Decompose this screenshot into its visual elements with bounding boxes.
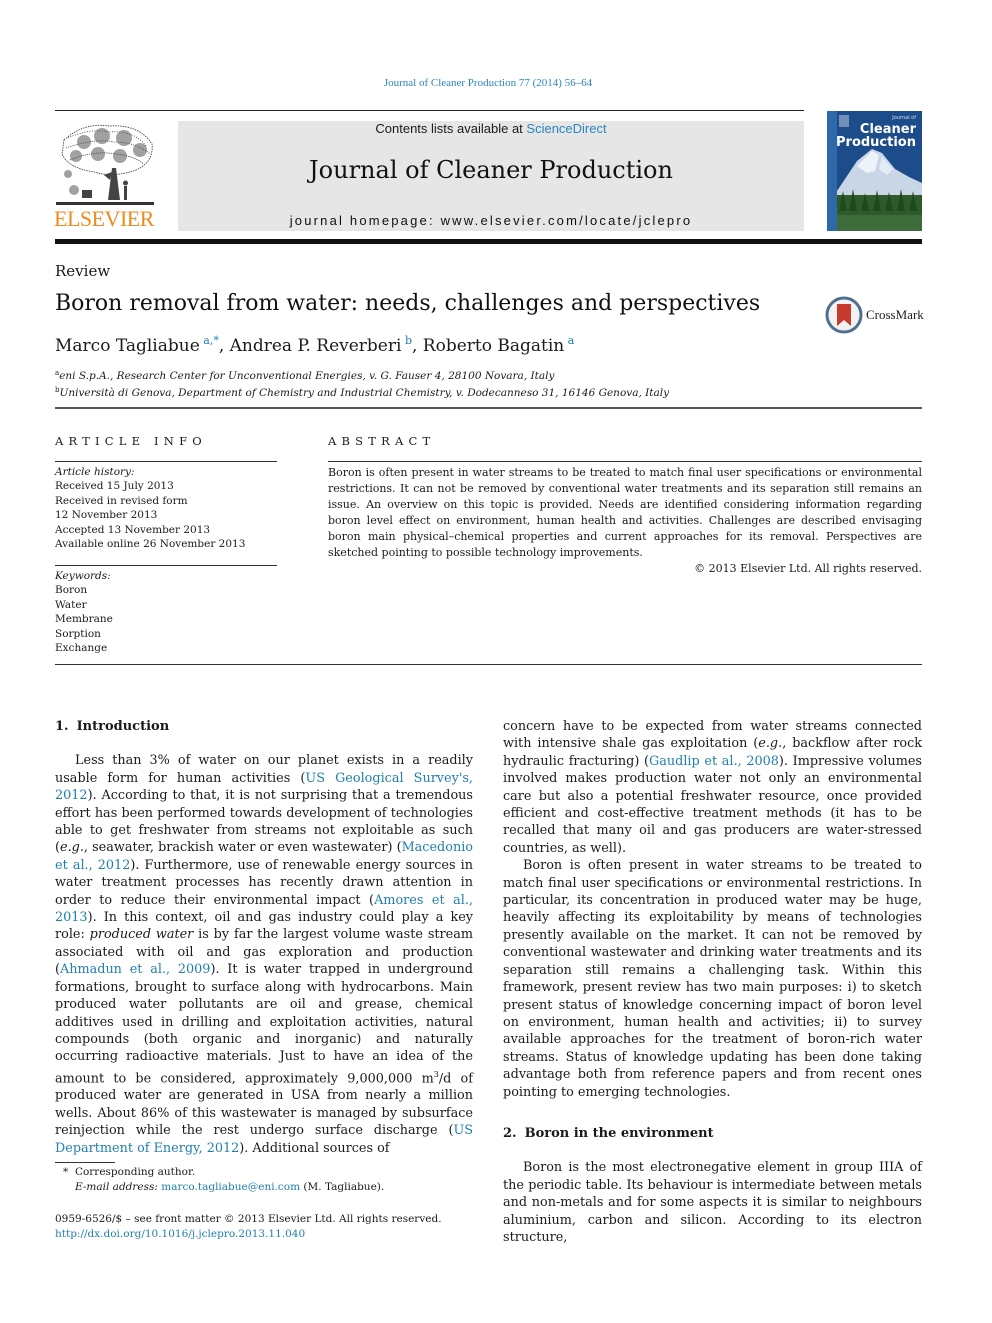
author-name[interactable]: Marco Tagliabue	[55, 336, 200, 356]
intro-paragraph-continued: concern have to be expected from water s…	[503, 719, 922, 856]
corresponding-author-note: * Corresponding author.	[63, 1166, 196, 1178]
section-heading-introduction: 1. Introduction	[55, 719, 170, 734]
affiliation: aeni S.p.A., Research Center for Unconve…	[55, 369, 555, 382]
history-item: Accepted 13 November 2013	[55, 523, 211, 536]
history-item: 12 November 2013	[55, 509, 158, 522]
article-title: Boron removal from water: needs, challen…	[55, 291, 761, 316]
journal-citation[interactable]: Journal of Cleaner Production 77 (2014) …	[0, 77, 976, 89]
article-type: Review	[55, 262, 111, 280]
contents-availability: Contents lists available at ScienceDirec…	[178, 121, 804, 136]
keywords-rule	[55, 565, 277, 566]
journal-cover-image[interactable]: Journal of Cleaner Production	[827, 111, 922, 231]
author-affiliation-mark[interactable]: a,*	[200, 334, 219, 347]
author-name[interactable]: Andrea P. Reverberi	[230, 336, 402, 356]
article-info-rule	[55, 461, 277, 462]
affiliations-rule	[55, 407, 922, 409]
history-item: Received 15 July 2013	[55, 480, 174, 493]
journal-title: Journal of Cleaner Production	[309, 156, 673, 184]
issn-line: 0959-6526/$ – see front matter © 2013 El…	[55, 1213, 442, 1225]
environment-paragraph: Boron is the most electronegative elemen…	[503, 1160, 922, 1245]
cover-title-line2: Production	[836, 135, 916, 150]
cover-title: Cleaner Production	[836, 123, 916, 149]
author-affiliation-mark[interactable]: a	[564, 334, 575, 347]
keyword: Membrane	[55, 613, 113, 626]
author-affiliation-mark[interactable]: b	[401, 334, 412, 347]
front-matter-rule	[55, 664, 922, 665]
article-history-label: Article history:	[55, 466, 135, 478]
keyword: Sorption	[55, 627, 101, 640]
intro-paragraph: Boron is often present in water streams …	[503, 858, 922, 1100]
history-item: Available online 26 November 2013	[55, 538, 246, 551]
author-list: Marco Tagliabue a,*, Andrea P. Reverberi…	[55, 334, 575, 356]
cover-small-text: Journal of	[892, 115, 916, 121]
sciencedirect-link[interactable]: ScienceDirect	[526, 121, 606, 136]
body-column-left: 1. Introduction Less than 3% of water on …	[55, 718, 473, 1157]
author-name[interactable]: Roberto Bagatin	[423, 336, 564, 356]
reference-link[interactable]: Ahmadun et al., 2009	[60, 962, 210, 977]
doi-link[interactable]: http://dx.doi.org/10.1016/j.jclepro.2013…	[55, 1228, 305, 1240]
issn-doi-block: 0959-6526/$ – see front matter © 2013 El…	[55, 1212, 442, 1241]
affiliation: bUniversità di Genova, Department of Che…	[55, 386, 670, 399]
elsevier-wordmark: ELSEVIER	[54, 206, 154, 231]
crossmark-icon	[825, 296, 863, 334]
abstract-rule	[328, 461, 922, 462]
keywords-label: Keywords:	[55, 570, 111, 582]
history-item: Received in revised form	[55, 494, 188, 507]
homepage-prefix: journal homepage:	[289, 213, 441, 228]
abstract-body: Boron is often present in water streams …	[328, 465, 922, 577]
keyword: Boron	[55, 584, 88, 597]
author-email-link[interactable]: marco.tagliabue@eni.com	[161, 1181, 300, 1193]
abstract-copyright: © 2013 Elsevier Ltd. All rights reserved…	[694, 562, 922, 575]
abstract-heading: ABSTRACT	[328, 434, 436, 448]
keyword: Water	[55, 598, 87, 611]
crossmark-label: CrossMark	[866, 307, 924, 322]
email-note: E-mail address: marco.tagliabue@eni.com …	[75, 1181, 385, 1193]
header-bottom-rule	[55, 239, 922, 244]
footnote-rule	[55, 1162, 115, 1163]
crossmark-button[interactable]: CrossMark	[825, 296, 924, 334]
reference-link[interactable]: Gaudlip et al., 2008	[649, 754, 779, 769]
keywords: Keywords: Boron Water Membrane Sorption …	[55, 569, 277, 655]
keyword: Exchange	[55, 642, 108, 655]
intro-paragraph: Less than 3% of water on our planet exis…	[55, 753, 474, 1156]
abstract-text: Boron is often present in water streams …	[328, 466, 922, 559]
elsevier-tree-icon	[54, 120, 156, 210]
article-history: Article history: Received 15 July 2013 R…	[55, 465, 277, 551]
affiliations: aeni S.p.A., Research Center for Unconve…	[55, 366, 669, 400]
body-column-right: concern have to be expected from water s…	[503, 718, 922, 1246]
section-heading-boron-environment: 2. Boron in the environment	[503, 1125, 714, 1141]
footnotes: * Corresponding author. E-mail address: …	[55, 1165, 384, 1195]
homepage-link[interactable]: www.elsevier.com/locate/jclepro	[441, 213, 693, 228]
elsevier-logo[interactable]: ELSEVIER	[54, 120, 158, 233]
contents-prefix: Contents lists available at	[375, 121, 527, 136]
article-info-heading: ARTICLE INFO	[55, 434, 207, 448]
journal-homepage: journal homepage: www.elsevier.com/locat…	[178, 213, 804, 228]
header-top-rule	[55, 110, 804, 111]
